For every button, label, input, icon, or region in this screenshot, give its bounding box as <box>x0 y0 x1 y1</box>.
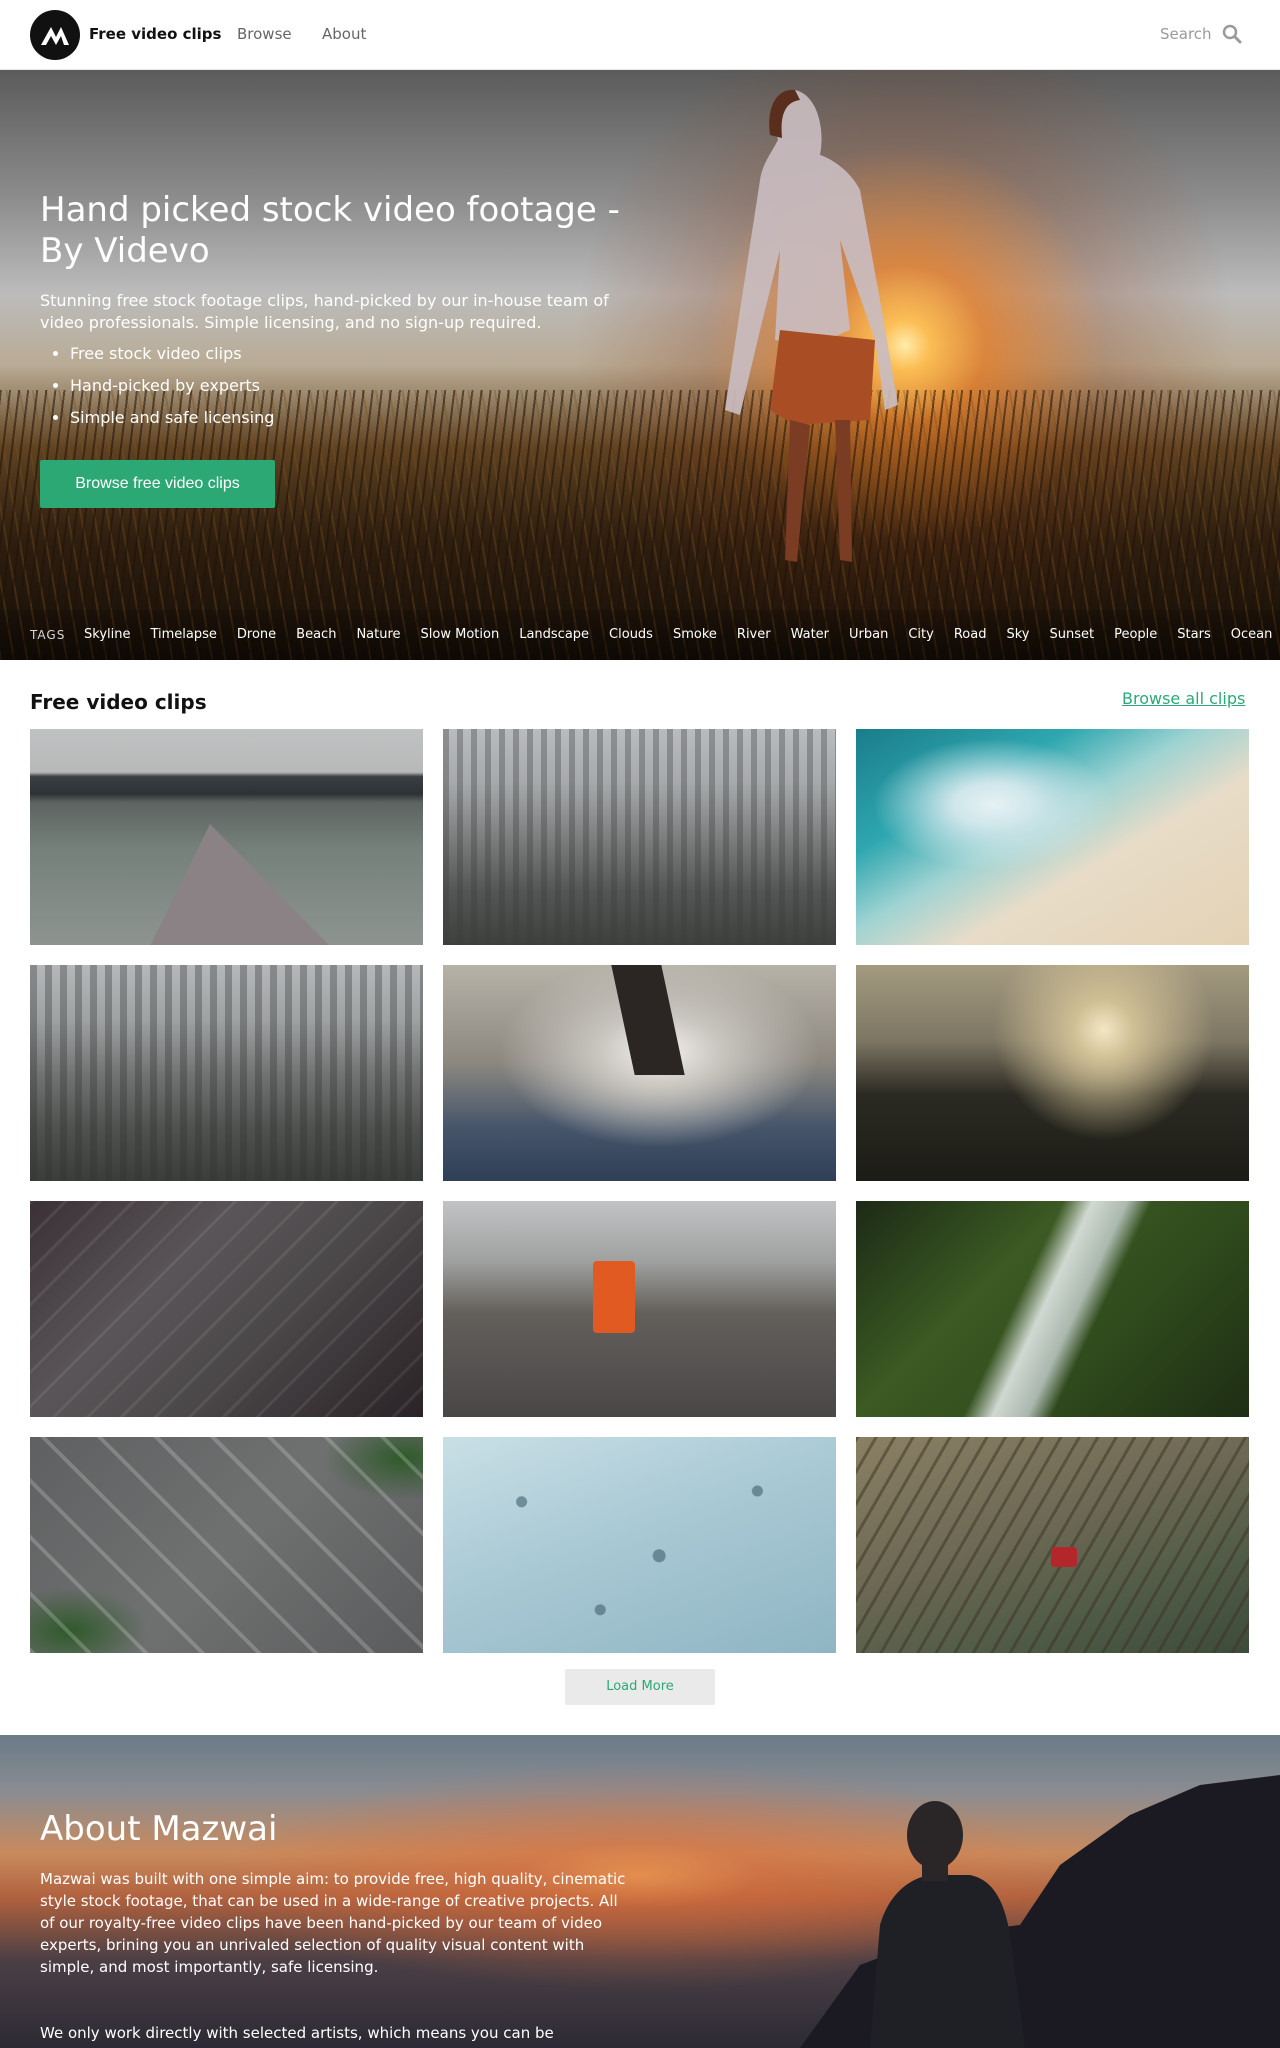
tags-bar: TAGS Skyline Timelapse Drone Beach Natur… <box>0 610 1280 660</box>
logo-mark-icon <box>41 27 69 45</box>
browse-all-clips-link[interactable]: Browse all clips <box>1122 689 1245 708</box>
clip-thumbnail-forest-sunset[interactable] <box>856 965 1249 1181</box>
clip-thumbnail-crosswalk-aerial[interactable] <box>30 1437 423 1653</box>
tag-link[interactable]: Smoke <box>673 627 717 642</box>
browse-free-clips-button[interactable]: Browse free video clips <box>40 460 275 508</box>
logo[interactable] <box>30 10 80 60</box>
tag-link[interactable]: River <box>737 627 771 642</box>
about-title: About Mazwai <box>40 1809 278 1849</box>
clip-thumbnail-street-trash[interactable] <box>443 1201 836 1417</box>
tag-link[interactable]: Skyline <box>84 627 130 642</box>
hero-bullet: Free stock video clips <box>70 342 274 374</box>
about-section: About Mazwai Mazwai was built with one s… <box>0 1735 1280 2048</box>
tag-link[interactable]: Landscape <box>519 627 589 642</box>
hero-bullet-list: Free stock video clips Hand-picked by ex… <box>70 342 274 438</box>
about-paragraph: Mazwai was built with one simple aim: to… <box>40 1870 626 1976</box>
hero-title: Hand picked stock video footage - By Vid… <box>40 190 620 271</box>
hero-bullet: Simple and safe licensing <box>70 406 274 438</box>
tags-list: Skyline Timelapse Drone Beach Nature Slo… <box>84 627 1280 642</box>
tag-link[interactable]: Stars <box>1177 627 1210 642</box>
tag-link[interactable]: Beach <box>296 627 336 642</box>
site-header: Free video clips Browse About Search <box>0 0 1280 70</box>
clip-thumbnail-waterfall[interactable] <box>856 1201 1249 1417</box>
tag-link[interactable]: Water <box>791 627 829 642</box>
about-person-image <box>800 1775 1280 2048</box>
hero-banner: Hand picked stock video footage - By Vid… <box>0 70 1280 660</box>
tag-link[interactable]: Nature <box>356 627 400 642</box>
section-title: Free video clips <box>30 690 207 714</box>
clip-grid <box>30 729 1250 1653</box>
tag-link[interactable]: Drone <box>237 627 276 642</box>
search-icon[interactable] <box>1222 24 1242 44</box>
tag-link[interactable]: Slow Motion <box>421 627 500 642</box>
about-paragraph: We only work directly with selected arti… <box>40 2024 554 2042</box>
tag-link[interactable]: People <box>1114 627 1157 642</box>
hero-bullet: Hand-picked by experts <box>70 374 274 406</box>
load-more-button[interactable]: Load More <box>565 1669 715 1705</box>
clip-thumbnail-water-splash[interactable] <box>443 965 836 1181</box>
nav-about[interactable]: About <box>322 25 366 43</box>
tag-link[interactable]: Ocean <box>1231 627 1273 642</box>
clip-thumbnail-ocean-waves[interactable] <box>856 729 1249 945</box>
tag-link[interactable]: Clouds <box>609 627 653 642</box>
tag-link[interactable]: Timelapse <box>150 627 216 642</box>
nav-browse[interactable]: Browse <box>237 25 292 43</box>
tag-link[interactable]: Road <box>954 627 987 642</box>
clip-thumbnail-intersection-night[interactable] <box>30 1201 423 1417</box>
clip-thumbnail-tractor-field[interactable] <box>856 1437 1249 1653</box>
clip-thumbnail-city-aerial[interactable] <box>30 965 423 1181</box>
hero-description: Stunning free stock footage clips, hand-… <box>40 291 609 332</box>
tag-link[interactable]: Urban <box>849 627 888 642</box>
brand-name[interactable]: Free video clips <box>89 25 221 43</box>
clip-thumbnail-pier[interactable] <box>30 729 423 945</box>
tag-link[interactable]: Sunset <box>1049 627 1094 642</box>
tag-link[interactable]: Sky <box>1006 627 1029 642</box>
clip-thumbnail-raindrops[interactable] <box>443 1437 836 1653</box>
clip-thumbnail-city-skyline[interactable] <box>443 729 836 945</box>
tag-link[interactable]: City <box>908 627 933 642</box>
hero-person-image <box>725 89 898 562</box>
tags-label: TAGS <box>30 628 66 642</box>
search-label[interactable]: Search <box>1160 25 1212 43</box>
